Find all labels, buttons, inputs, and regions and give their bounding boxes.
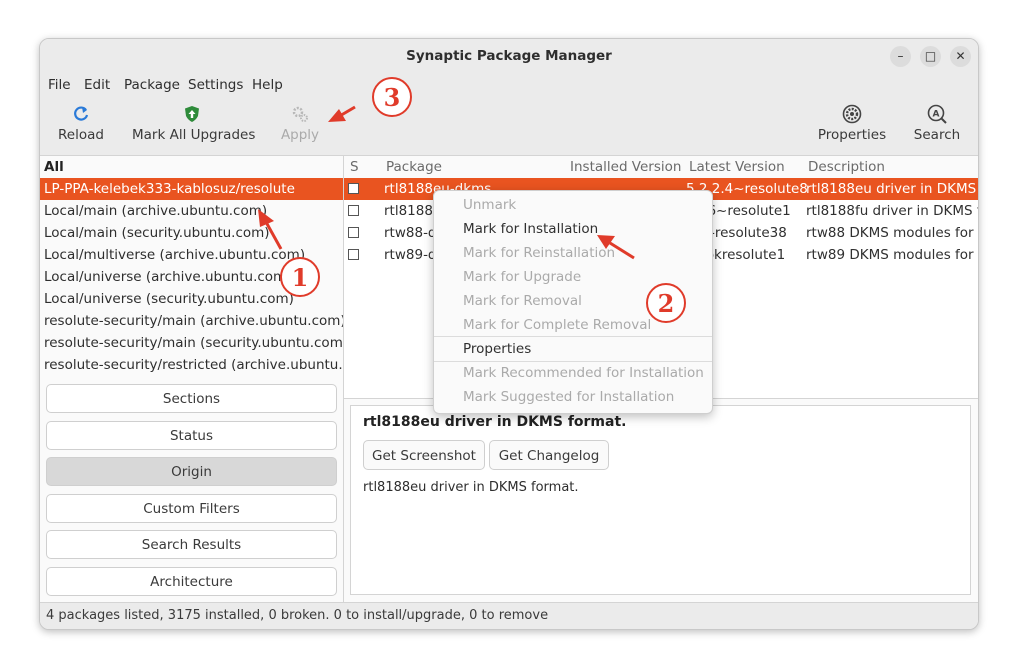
search-label: Search xyxy=(913,127,961,143)
search-icon: A xyxy=(910,103,964,125)
menu-mark-for-upgrade[interactable]: Mark for Upgrade xyxy=(463,269,581,285)
menu-file[interactable]: File xyxy=(48,77,71,93)
package-details: rtl8188eu driver in DKMS format. Get Scr… xyxy=(350,405,971,595)
search-button[interactable]: A Search xyxy=(910,103,964,151)
package-description: rtl8188eu driver in DKMS format. xyxy=(806,181,978,197)
package-name: rtl8188f xyxy=(384,203,438,219)
mark-checkbox[interactable] xyxy=(348,227,359,238)
status-button[interactable]: Status xyxy=(46,421,337,450)
apply-label: Apply xyxy=(280,127,320,143)
origin-item-lp-ppa[interactable]: LP-PPA-kelebek333-kablosuz/resolute xyxy=(40,178,343,200)
menu-settings[interactable]: Settings xyxy=(188,77,243,93)
menu-separator xyxy=(434,336,712,337)
title-bar: Synaptic Package Manager – □ ✕ xyxy=(40,39,978,75)
package-description: rtw88 DKMS modules for Devices xyxy=(806,225,978,241)
custom-filters-button[interactable]: Custom Filters xyxy=(46,494,337,523)
annotation-badge-2: 2 xyxy=(646,283,686,323)
properties-button[interactable]: Properties xyxy=(814,103,890,151)
origin-item[interactable]: Local/main (security.ubuntu.com) xyxy=(40,222,343,244)
window-title: Synaptic Package Manager xyxy=(406,48,612,64)
minimize-button[interactable]: – xyxy=(890,46,911,67)
close-button[interactable]: ✕ xyxy=(950,46,971,67)
annotation-badge-1: 1 xyxy=(280,257,320,297)
details-title: rtl8188eu driver in DKMS format. xyxy=(363,414,627,430)
annotation-badge-3: 3 xyxy=(372,77,412,117)
menu-help[interactable]: Help xyxy=(252,77,283,93)
mark-checkbox[interactable] xyxy=(348,205,359,216)
search-results-button[interactable]: Search Results xyxy=(46,530,337,559)
mark-all-upgrades-label: Mark All Upgrades xyxy=(132,127,256,143)
gears-icon xyxy=(274,103,326,125)
menu-package[interactable]: Package xyxy=(124,77,180,93)
get-changelog-button[interactable]: Get Changelog xyxy=(489,440,609,470)
column-latest-version[interactable]: Latest Version xyxy=(689,156,785,178)
origin-button[interactable]: Origin xyxy=(46,457,337,486)
properties-gear-icon xyxy=(814,103,890,125)
package-description: rtl8188fu driver in DKMS format. xyxy=(806,203,978,219)
origin-pane: All LP-PPA-kelebek333-kablosuz/resolute … xyxy=(40,156,344,602)
maximize-button[interactable]: □ xyxy=(920,46,941,67)
get-screenshot-button[interactable]: Get Screenshot xyxy=(363,440,485,470)
architecture-button[interactable]: Architecture xyxy=(46,567,337,596)
reload-button[interactable]: Reload xyxy=(52,103,110,151)
reload-icon xyxy=(52,103,110,125)
latest-version: -resolute38 xyxy=(710,225,787,241)
origin-list-header: All xyxy=(44,159,64,175)
mark-checkbox[interactable] xyxy=(348,183,359,194)
menu-unmark[interactable]: Unmark xyxy=(463,197,516,213)
properties-label: Properties xyxy=(817,127,887,143)
menu-mark-recommended[interactable]: Mark Recommended for Installation xyxy=(463,365,704,381)
reload-label: Reload xyxy=(58,127,104,143)
origin-item[interactable]: resolute-security/restricted (archive.ub… xyxy=(40,354,343,376)
svg-text:A: A xyxy=(933,110,940,120)
origin-item[interactable]: resolute-security/main (security.ubuntu.… xyxy=(40,332,343,354)
package-name: rtw88-dl xyxy=(384,225,441,241)
sections-button[interactable]: Sections xyxy=(46,384,337,413)
column-status[interactable]: S xyxy=(350,156,359,178)
origin-item[interactable]: resolute-security/main (archive.ubuntu.c… xyxy=(40,310,343,332)
menu-bar: File Edit Package Settings Help xyxy=(40,75,978,97)
menu-mark-for-reinstallation[interactable]: Mark for Reinstallation xyxy=(463,245,615,261)
menu-separator xyxy=(434,361,712,362)
menu-edit[interactable]: Edit xyxy=(84,77,110,93)
mark-all-upgrades-button[interactable]: Mark All Upgrades xyxy=(132,103,256,151)
menu-mark-for-removal[interactable]: Mark for Removal xyxy=(463,293,582,309)
menu-mark-suggested[interactable]: Mark Suggested for Installation xyxy=(463,389,674,405)
column-description[interactable]: Description xyxy=(808,156,885,178)
column-package[interactable]: Package xyxy=(386,156,442,178)
package-name: rtw89-dl xyxy=(384,247,441,263)
package-description: rtw89 DKMS modules for Devices xyxy=(806,247,978,263)
shield-upgrade-icon xyxy=(132,103,252,125)
menu-mark-for-installation[interactable]: Mark for Installation xyxy=(463,221,598,237)
column-installed-version[interactable]: Installed Version xyxy=(570,156,681,178)
toolbar: Reload Mark All Upgrades Apply Propertie… xyxy=(40,97,978,156)
details-description: rtl8188eu driver in DKMS format. xyxy=(363,480,579,495)
menu-properties[interactable]: Properties xyxy=(463,341,531,357)
mark-checkbox[interactable] xyxy=(348,249,359,260)
status-bar: 4 packages listed, 3175 installed, 0 bro… xyxy=(40,602,978,629)
menu-mark-for-complete-removal[interactable]: Mark for Complete Removal xyxy=(463,317,651,333)
apply-button[interactable]: Apply xyxy=(274,103,326,151)
origin-item[interactable]: Local/main (archive.ubuntu.com) xyxy=(40,200,343,222)
